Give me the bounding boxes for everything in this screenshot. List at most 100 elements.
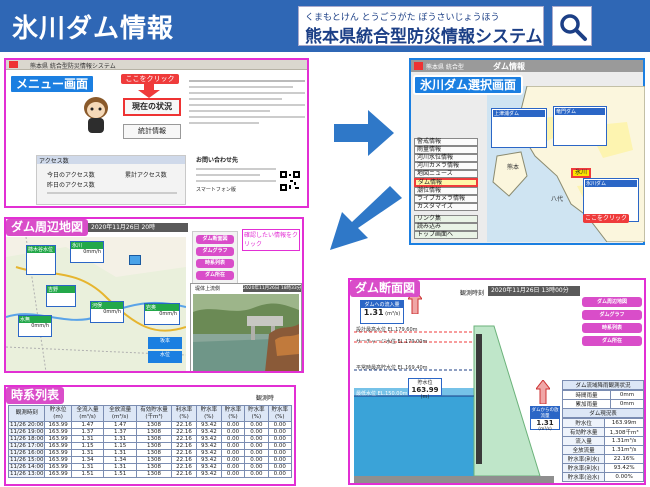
table-cell: 0.00 bbox=[220, 470, 246, 478]
dam-cross-section-panel: ダム断面図 観測時刻 2020年11月26日 13時00分 設計最高水位 EL.… bbox=[348, 278, 646, 485]
status-row-value: 0.00% bbox=[604, 472, 644, 482]
table-cell: 11/26 16:00 bbox=[8, 449, 46, 457]
menu-item-reload[interactable]: 読み込み bbox=[414, 223, 478, 231]
menu-item-dam[interactable]: ダム情報 bbox=[414, 178, 478, 187]
station-box-4[interactable]: 水無 0mm/h bbox=[18, 315, 52, 337]
station-box-2[interactable]: 氷川 0mm/h bbox=[70, 241, 104, 263]
table-cell: 163.99 bbox=[44, 456, 72, 464]
dam-status-grid: 貯水位 163.99m 有効貯水量 1,308千m³ 流入量 1.31m³/s 全放流量 1.… bbox=[561, 418, 644, 482]
table-cell: 1.34 bbox=[103, 456, 137, 464]
basin-rain-title: ダム流域降雨観測状況 bbox=[562, 380, 644, 390]
timeline-column-header: 貯水率(%) bbox=[244, 405, 269, 422]
menu-item-links[interactable]: リンク集 bbox=[414, 215, 478, 223]
station-box-1[interactable]: 柿木谷水位 bbox=[26, 245, 56, 275]
table-cell: 0.00 bbox=[244, 421, 269, 429]
table-cell: 0.00 bbox=[267, 463, 292, 471]
area-btn-timeline[interactable]: 時系列表 bbox=[196, 259, 234, 268]
table-cell: 93.42 bbox=[195, 435, 222, 443]
dam-box-1[interactable]: 上津浦ダム bbox=[491, 108, 547, 148]
table-cell: 1308 bbox=[135, 435, 173, 443]
table-cell: 163.99 bbox=[44, 449, 72, 457]
menu-item-live-camera[interactable]: ライブカメラ情報 bbox=[414, 195, 478, 203]
cross-btn-timeline[interactable]: 時系列表 bbox=[582, 323, 642, 333]
water-level-box-2[interactable]: 水位 bbox=[148, 351, 182, 363]
table-cell: 0.00 bbox=[267, 456, 292, 464]
menu-item-river-level[interactable]: 河川水位情報 bbox=[414, 154, 478, 162]
hikawa-dam-marker[interactable]: 氷川 bbox=[571, 168, 591, 178]
status-row-value: 93.42% bbox=[604, 463, 644, 473]
menu-item-tide[interactable]: 潮位情報 bbox=[414, 187, 478, 195]
area-btn-graph[interactable]: ダムグラフ bbox=[196, 247, 234, 256]
station-box-3-title: 河俣 bbox=[91, 302, 123, 309]
table-cell: 163.99 bbox=[44, 428, 72, 436]
table-cell: 93.42 bbox=[195, 449, 222, 457]
table-row: 11/26 14:00 163.99 1.31 1.31 1308 22.16 93.42 0… bbox=[8, 463, 292, 471]
menu-item-warning[interactable]: 警戒情報 bbox=[414, 138, 478, 146]
status-row: 貯水率(利水) 93.42% bbox=[561, 463, 644, 473]
table-cell: 22.16 bbox=[171, 470, 197, 478]
current-status-button[interactable]: 現在の状況 bbox=[123, 98, 181, 116]
system-name-box[interactable]: くまもとけん とうごうがた ぼうさいじょうほう 熊本県統合型防災情報システム bbox=[298, 6, 544, 47]
table-cell: 1308 bbox=[135, 463, 173, 471]
cross-side-buttons: ダム周辺地図 ダムグラフ 時系列表 ダム所在 bbox=[582, 294, 642, 360]
dam-location-map[interactable]: 上津浦ダム 竜門ダム 氷川ダム 熊本 八代 氷川 ここをクリック bbox=[487, 86, 645, 242]
table-cell: 22.16 bbox=[171, 449, 197, 457]
mascot-icon bbox=[84, 97, 108, 133]
dam-select-label: 氷川ダム選択画面 bbox=[413, 75, 524, 95]
dam-site-marker[interactable] bbox=[129, 255, 141, 265]
outflow-box: ダムからの放流量 1.31 (m³/s) bbox=[530, 406, 560, 432]
status-row: 流入量 1.31m³/s bbox=[561, 436, 644, 446]
menu-item-top[interactable]: トップ画面へ bbox=[414, 231, 478, 239]
station-box-3[interactable]: 河俣 0mm/h bbox=[90, 301, 124, 323]
station-box-6-title: 岩奥 bbox=[145, 304, 179, 311]
contact-title: お問い合わせ先 bbox=[196, 157, 239, 164]
station-box-5[interactable]: 吉野 bbox=[46, 285, 76, 307]
table-cell: 93.42 bbox=[195, 463, 222, 471]
table-cell: 0.00 bbox=[244, 442, 269, 450]
menu-screen-label: メニュー画面 bbox=[9, 74, 96, 94]
status-row: 全放流量 1.31m³/s bbox=[561, 445, 644, 455]
reservoir-level-unit: (m) bbox=[420, 394, 430, 400]
table-cell: 1.31 bbox=[103, 435, 137, 443]
station-box-1-title: 柿木谷水位 bbox=[27, 246, 55, 253]
total-access-label: 累計アクセス数 bbox=[125, 172, 167, 179]
table-cell: 1.31 bbox=[103, 463, 137, 471]
status-row: 貯水率(治水) 0.00% bbox=[561, 472, 644, 482]
table-cell: 93.42 bbox=[195, 470, 222, 478]
cross-btn-area-map[interactable]: ダム周辺地図 bbox=[582, 297, 642, 307]
dam-box-2-title: 竜門ダム bbox=[555, 108, 605, 115]
table-cell: 11/26 15:00 bbox=[8, 456, 46, 464]
status-row-value: 163.99m bbox=[604, 418, 644, 428]
reservoir-level-title: 貯水位 bbox=[417, 380, 433, 386]
timeline-column-header: 貯水率(%) bbox=[220, 405, 246, 422]
station-box-6[interactable]: 岩奥 0mm/h bbox=[144, 303, 180, 325]
timeline-column-header: 観測時刻 bbox=[8, 405, 46, 422]
table-row: 11/26 15:00 163.99 1.34 1.34 1308 22.16 93.42 0… bbox=[8, 456, 292, 464]
table-cell: 1.51 bbox=[70, 470, 105, 478]
cross-datetime: 2020年11月26日 13時00分 bbox=[488, 286, 580, 296]
statistics-button[interactable]: 統計情報 bbox=[123, 124, 181, 139]
menu-item-customize[interactable]: カスタマイズ bbox=[414, 203, 478, 211]
status-row-value: 1.31m³/s bbox=[604, 436, 644, 446]
table-cell: 22.16 bbox=[171, 463, 197, 471]
qr-code-icon[interactable] bbox=[279, 170, 301, 192]
area-btn-cross-section[interactable]: ダム断面図 bbox=[196, 235, 234, 244]
area-btn-location[interactable]: ダム所在 bbox=[196, 271, 234, 280]
timeline-label: 時系列表 bbox=[6, 387, 65, 404]
table-cell: 11/26 20:00 bbox=[8, 421, 46, 429]
table-cell: 0.00 bbox=[267, 435, 292, 443]
dam-box-2[interactable]: 竜門ダム bbox=[553, 106, 607, 146]
table-cell: 1.47 bbox=[103, 421, 137, 429]
station-box-4-title: 水無 bbox=[19, 316, 51, 323]
cross-btn-graph[interactable]: ダムグラフ bbox=[582, 310, 642, 320]
menu-item-map-news[interactable]: 地図ニュース bbox=[414, 170, 478, 178]
cross-btn-location[interactable]: ダム所在 bbox=[582, 336, 642, 346]
dam-select-panel: 熊本県 統合型 ダム情報 氷川ダム選択画面 警戒情報 雨量情報 河川水位情報 河… bbox=[409, 58, 645, 245]
menu-item-river-camera[interactable]: 河川カメラ情報 bbox=[414, 162, 478, 170]
table-row: 11/26 19:00 163.99 1.37 1.37 1308 22.16 93.42 0… bbox=[8, 428, 292, 436]
water-level-box-1[interactable]: 坂本 bbox=[148, 337, 182, 349]
menu-item-rain[interactable]: 雨量情報 bbox=[414, 146, 478, 154]
table-cell: 0.00 bbox=[244, 463, 269, 471]
search-button[interactable] bbox=[552, 6, 592, 46]
dam-camera-view[interactable]: 堤体上流側 2020年11月26日 18時33分 bbox=[190, 283, 302, 371]
